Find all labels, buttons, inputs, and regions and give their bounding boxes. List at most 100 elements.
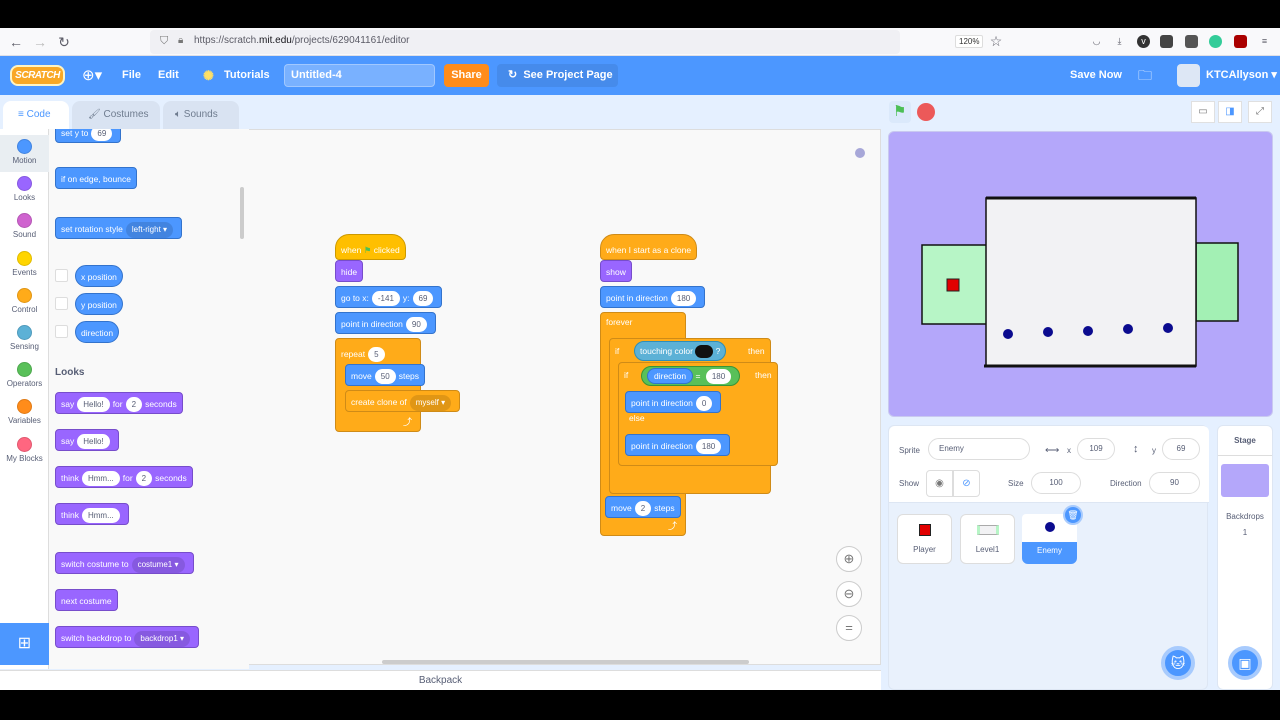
folder-icon[interactable]: 🗀 — [1138, 56, 1152, 95]
x-position-input[interactable]: 109 — [1077, 438, 1115, 460]
category-sound[interactable]: Sound — [0, 209, 49, 246]
reporter-direction[interactable]: direction — [75, 321, 120, 343]
block-point-in-direction[interactable]: point in direction 180 — [625, 434, 731, 456]
checkbox-direction[interactable] — [55, 325, 68, 338]
choose-backdrop-button[interactable]: ▣ — [1228, 646, 1262, 680]
url-bar[interactable]: ⛉ 🔒︎ https://scratch.mit.edu/projects/62… — [150, 30, 900, 54]
share-button[interactable]: Share — [444, 64, 489, 87]
script-workspace[interactable]: when ⚑ clicked hide go to x: -141 y: 69 poi… — [249, 129, 881, 665]
show-hidden-button[interactable]: ⊘ — [953, 470, 980, 497]
palette-scrollbar[interactable] — [240, 187, 244, 239]
stage-canvas[interactable] — [888, 131, 1273, 417]
block-switch-backdrop[interactable]: switch backdrop to backdrop1 ▾ — [55, 626, 200, 648]
block-switch-costume[interactable]: switch costume to costume1 ▾ — [55, 552, 194, 574]
category-events[interactable]: Events — [0, 247, 49, 284]
block-show[interactable]: show — [600, 260, 632, 282]
block-set-y[interactable]: set y to 69 — [55, 129, 122, 143]
normal-stage-button[interactable]: ◨ — [1218, 101, 1242, 123]
size-input[interactable]: 100 — [1031, 472, 1081, 494]
block-say[interactable]: say Hello! — [55, 429, 119, 451]
block-if-on-edge-bounce[interactable]: if on edge, bounce — [55, 167, 137, 189]
zoom-in-button[interactable]: ⊕ — [836, 546, 862, 572]
extension-ublock-icon[interactable] — [1185, 35, 1198, 48]
add-extension-button[interactable]: ⊞ — [0, 623, 49, 665]
scratch-logo[interactable]: SCRATCH — [10, 65, 65, 86]
stop-button[interactable] — [917, 103, 935, 121]
touching-color-condition[interactable]: touching color ? — [634, 341, 727, 361]
show-visible-button[interactable]: ◉ — [926, 470, 953, 497]
lock-icon: 🔒︎ — [178, 35, 184, 46]
download-icon[interactable]: ⤓ — [1113, 35, 1126, 48]
extension-box-icon[interactable] — [1160, 35, 1173, 48]
sprite-tile-level1[interactable]: Level1 — [960, 514, 1015, 564]
workspace-horizontal-scrollbar[interactable] — [382, 660, 749, 664]
color-swatch[interactable] — [695, 345, 714, 359]
block-hide[interactable]: hide — [335, 260, 364, 282]
hamburger-menu-icon[interactable]: ≡ — [1258, 35, 1271, 48]
fullscreen-button[interactable]: ⤢ — [1248, 101, 1272, 123]
save-now-button[interactable]: Save Now — [1070, 56, 1122, 95]
stage-selector[interactable]: Stage Backdrops 1 ▣ — [1217, 425, 1273, 690]
back-icon[interactable]: ← — [8, 34, 24, 50]
zoom-reset-button[interactable]: = — [836, 615, 862, 641]
globe-icon[interactable]: ⊕▾ — [82, 56, 102, 95]
category-control[interactable]: Control — [0, 284, 49, 321]
reporter-x-position[interactable]: x position — [75, 265, 123, 287]
block-point-in-direction[interactable]: point in direction 180 — [600, 286, 706, 308]
file-menu[interactable]: File — [122, 56, 141, 95]
see-project-page-button[interactable]: ↻ See Project Page — [497, 64, 618, 87]
reporter-y-position[interactable]: y position — [75, 293, 123, 315]
block-create-clone[interactable]: create clone of myself ▾ — [345, 390, 461, 412]
user-avatar[interactable] — [1177, 64, 1200, 87]
block-go-to-xy[interactable]: go to x: -141 y: 69 — [335, 286, 443, 308]
reload-icon[interactable]: ↻ — [56, 34, 72, 50]
sprite-tile-player[interactable]: Player — [897, 514, 952, 564]
block-set-rotation-style[interactable]: set rotation style left-right ▾ — [55, 217, 183, 239]
block-point-in-direction[interactable]: point in direction 0 — [625, 391, 722, 413]
category-color-icon — [17, 362, 32, 378]
category-sensing[interactable]: Sensing — [0, 321, 49, 358]
tab-code[interactable]: ≡ Code — [3, 101, 69, 129]
delete-sprite-button[interactable]: 🗑︎ — [1063, 505, 1083, 525]
block-think-for-seconds[interactable]: think Hmm... for 2 seconds — [55, 466, 193, 488]
tab-sounds[interactable]: 🔈︎ Sounds — [163, 101, 239, 129]
small-stage-button[interactable]: ▭ — [1191, 101, 1215, 123]
category-looks[interactable]: Looks — [0, 172, 49, 209]
equals-condition[interactable]: direction = 180 — [641, 366, 741, 386]
zoom-level-badge[interactable]: 120% — [955, 35, 984, 48]
green-flag-button[interactable]: ⚑ — [889, 101, 911, 123]
block-next-costume[interactable]: next costume — [55, 589, 118, 611]
extension-v-icon[interactable]: v — [1137, 35, 1150, 48]
project-title-input[interactable]: Untitled-4 — [284, 64, 435, 87]
loop-arrow-icon: ⤴ — [667, 521, 677, 531]
enemy-clone — [1083, 326, 1093, 336]
category-variables[interactable]: Variables — [0, 395, 49, 432]
category-motion[interactable]: Motion — [0, 135, 49, 172]
block-say-for-seconds[interactable]: say Hello! for 2 seconds — [55, 392, 183, 414]
block-point-in-direction[interactable]: point in direction 90 — [335, 312, 436, 334]
category-operators[interactable]: Operators — [0, 358, 49, 395]
category-my-blocks[interactable]: My Blocks — [0, 433, 49, 470]
block-move-steps[interactable]: move 50 steps — [345, 364, 426, 386]
tab-costumes[interactable]: 🖌︎ Costumes — [72, 101, 160, 129]
checkbox-y-position[interactable] — [55, 297, 68, 310]
block-move-steps[interactable]: move 2 steps — [605, 496, 681, 518]
direction-input[interactable]: 90 — [1149, 472, 1200, 494]
username-menu[interactable]: KTCAllyson ▾ — [1206, 56, 1277, 95]
sprite-name-input[interactable]: Enemy — [928, 438, 1030, 460]
forward-icon[interactable]: → — [32, 34, 48, 50]
bookmark-star-icon[interactable]: ☆ — [988, 33, 1004, 49]
hat-when-start-as-clone[interactable]: when I start as a clone — [600, 234, 698, 260]
tutorials-menu[interactable]: Tutorials — [224, 56, 270, 95]
block-think[interactable]: think Hmm... — [55, 503, 129, 525]
pocket-icon[interactable]: ◡ — [1090, 35, 1103, 48]
hat-when-flag-clicked[interactable]: when ⚑ clicked — [335, 234, 406, 260]
extension-red-icon[interactable] — [1234, 35, 1247, 48]
choose-sprite-button[interactable]: 🐱︎ — [1161, 646, 1195, 680]
checkbox-x-position[interactable] — [55, 269, 68, 282]
y-position-input[interactable]: 69 — [1162, 438, 1200, 460]
edit-menu[interactable]: Edit — [158, 56, 179, 95]
extension-green-icon[interactable] — [1209, 35, 1222, 48]
zoom-out-button[interactable]: ⊖ — [836, 581, 862, 607]
backpack-bar[interactable]: Backpack — [0, 670, 881, 690]
